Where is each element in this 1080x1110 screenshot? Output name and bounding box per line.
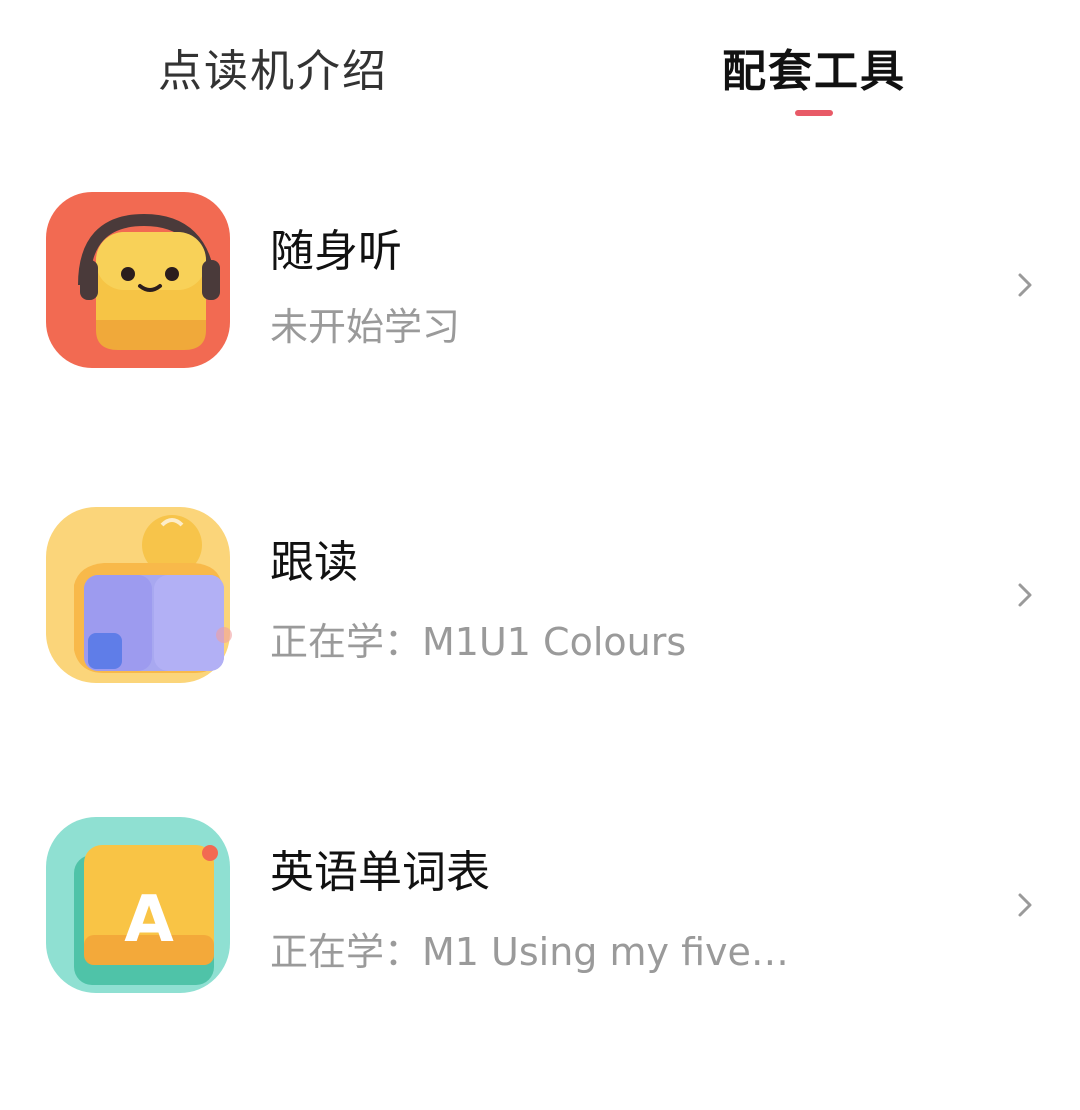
chevron-right-icon	[1018, 583, 1032, 607]
letter-a-book-icon: A	[44, 815, 234, 995]
active-tab-indicator	[795, 110, 833, 116]
chevron-right-icon	[1018, 273, 1032, 297]
tool-title: 随身听	[270, 226, 402, 277]
tab-companion-tools[interactable]: 配套工具	[722, 40, 906, 104]
tool-title: 跟读	[270, 537, 358, 588]
tool-status: 正在学：M1 Using my five…	[270, 930, 789, 974]
svg-text:A: A	[124, 883, 174, 957]
tool-item-follow-read[interactable]: 跟读 正在学：M1U1 Colours	[0, 505, 1080, 705]
reading-book-icon	[44, 505, 234, 685]
tool-status: 未开始学习	[270, 305, 461, 349]
tool-item-english-wordlist[interactable]: A 英语单词表 正在学：M1 Using my five…	[0, 815, 1080, 1015]
tool-status: 正在学：M1U1 Colours	[270, 620, 687, 664]
chevron-right-icon	[1018, 893, 1032, 917]
tab-bar: 点读机介绍 配套工具	[0, 0, 1080, 130]
tool-title: 英语单词表	[270, 847, 490, 898]
tab-reader-intro[interactable]: 点读机介绍	[158, 40, 388, 104]
headphone-face-icon	[44, 190, 234, 370]
tool-item-portable-listen[interactable]: 随身听 未开始学习	[0, 190, 1080, 390]
